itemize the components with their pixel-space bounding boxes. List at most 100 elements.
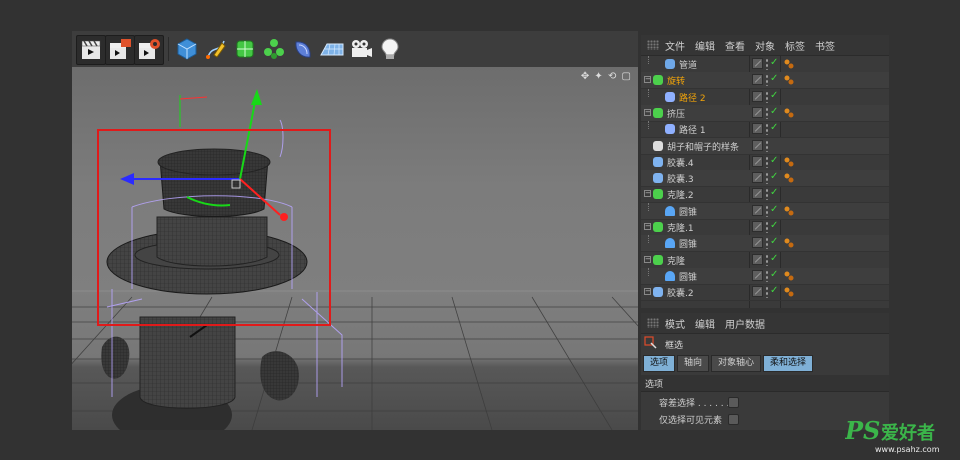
layer-toggle-icon[interactable] xyxy=(752,269,763,281)
phong-tag-icon[interactable] xyxy=(783,107,795,119)
visibility-dots-icon[interactable] xyxy=(765,269,769,282)
object-row[interactable]: 胡子和帽子的样条 xyxy=(641,137,889,155)
menu-file[interactable]: 文件 xyxy=(665,38,685,53)
phong-tag-icon[interactable] xyxy=(783,156,795,168)
collapse-toggle-icon[interactable]: − xyxy=(644,223,651,230)
object-row[interactable]: − 旋转 ✓ xyxy=(641,72,889,90)
layer-toggle-icon[interactable] xyxy=(752,237,763,249)
panel-grip-icon[interactable] xyxy=(647,318,659,328)
phong-tag-icon[interactable] xyxy=(783,270,795,282)
menu-tags[interactable]: 标签 xyxy=(785,38,805,53)
enabled-check-icon[interactable]: ✓ xyxy=(770,285,778,296)
object-row[interactable]: − 胶囊.2 ✓ xyxy=(641,284,889,302)
object-row[interactable]: 路径 2 ✓ xyxy=(641,88,889,106)
object-row[interactable]: 路径 1 ✓ xyxy=(641,121,889,139)
render-view-button[interactable] xyxy=(76,35,106,65)
layer-toggle-icon[interactable] xyxy=(752,172,763,184)
layer-toggle-icon[interactable] xyxy=(752,253,763,265)
visibility-dots-icon[interactable] xyxy=(765,188,769,201)
menu-edit[interactable]: 编辑 xyxy=(695,316,715,331)
render-to-picture-viewer-button[interactable] xyxy=(105,35,135,65)
enabled-check-icon[interactable]: ✓ xyxy=(770,220,778,231)
enabled-check-icon[interactable]: ✓ xyxy=(770,187,778,198)
layer-toggle-icon[interactable] xyxy=(752,106,763,118)
object-name[interactable]: 胡子和帽子的样条 xyxy=(667,140,739,153)
layer-toggle-icon[interactable] xyxy=(752,286,763,298)
object-name[interactable]: 挤压 xyxy=(667,107,685,120)
enabled-check-icon[interactable]: ✓ xyxy=(770,57,778,68)
visibility-dots-icon[interactable] xyxy=(765,139,769,152)
enabled-check-icon[interactable]: ✓ xyxy=(770,155,778,166)
enabled-check-icon[interactable]: ✓ xyxy=(770,90,778,101)
collapse-toggle-icon[interactable]: − xyxy=(644,288,651,296)
phong-tag-icon[interactable] xyxy=(783,237,795,249)
tolerant-select-checkbox[interactable] xyxy=(728,397,739,408)
object-name[interactable]: 圆锥 xyxy=(679,237,697,250)
object-name[interactable]: 克隆.2 xyxy=(667,188,694,201)
object-row[interactable]: 胶囊.3 ✓ xyxy=(641,170,889,188)
object-row[interactable]: − 克隆.1 ✓ xyxy=(641,219,889,236)
visibility-dots-icon[interactable] xyxy=(765,106,769,119)
menu-objects[interactable]: 对象 xyxy=(755,38,775,53)
floor-button[interactable] xyxy=(318,35,346,63)
object-name[interactable]: 圆锥 xyxy=(679,270,697,283)
layer-toggle-icon[interactable] xyxy=(752,204,763,216)
panel-grip-icon[interactable] xyxy=(647,40,659,50)
enabled-check-icon[interactable]: ✓ xyxy=(770,236,778,247)
collapse-toggle-icon[interactable]: − xyxy=(644,108,651,116)
pen-button[interactable] xyxy=(202,35,230,63)
render-settings-button[interactable] xyxy=(134,35,164,65)
visibility-dots-icon[interactable] xyxy=(765,90,769,103)
enabled-check-icon[interactable]: ✓ xyxy=(770,171,778,182)
object-name[interactable]: 克隆 xyxy=(667,254,685,267)
phong-tag-icon[interactable] xyxy=(783,172,795,184)
object-name[interactable]: 管道 xyxy=(679,58,697,71)
layer-toggle-icon[interactable] xyxy=(752,139,763,151)
3d-viewport[interactable]: ✥ ✦ ⟲ ▢ xyxy=(72,67,638,430)
cloner-button[interactable] xyxy=(260,35,288,63)
visible-only-checkbox[interactable] xyxy=(728,414,739,425)
object-row[interactable]: 圆锥 ✓ xyxy=(641,235,889,253)
collapse-toggle-icon[interactable]: − xyxy=(644,76,651,84)
enabled-check-icon[interactable]: ✓ xyxy=(770,204,778,215)
object-row[interactable]: − 克隆 ✓ xyxy=(641,252,889,269)
menu-bookmarks[interactable]: 书签 xyxy=(815,38,835,53)
phong-tag-icon[interactable] xyxy=(783,58,795,70)
light-button[interactable] xyxy=(376,35,404,63)
enabled-check-icon[interactable]: ✓ xyxy=(770,253,778,264)
menu-view[interactable]: 查看 xyxy=(725,38,745,53)
visibility-dots-icon[interactable] xyxy=(765,253,769,266)
object-name[interactable]: 胶囊.2 xyxy=(667,286,694,299)
enabled-check-icon[interactable]: ✓ xyxy=(770,122,778,133)
layer-toggle-icon[interactable] xyxy=(752,155,763,167)
layer-toggle-icon[interactable] xyxy=(752,90,763,102)
enabled-check-icon[interactable]: ✓ xyxy=(770,106,778,117)
object-name[interactable]: 胶囊.3 xyxy=(667,172,694,185)
object-row[interactable]: 管道 ✓ xyxy=(641,56,889,73)
phong-tag-icon[interactable] xyxy=(783,74,795,86)
phong-tag-icon[interactable] xyxy=(783,205,795,217)
object-row[interactable]: 圆锥 ✓ xyxy=(641,267,889,285)
viewport-nav-controls[interactable]: ✥ ✦ ⟲ ▢ xyxy=(581,71,632,82)
collapse-toggle-icon[interactable]: − xyxy=(644,190,651,198)
object-row[interactable]: 胶囊.4 ✓ xyxy=(641,154,889,171)
visibility-dots-icon[interactable] xyxy=(765,204,769,217)
visibility-dots-icon[interactable] xyxy=(765,74,769,87)
visibility-dots-icon[interactable] xyxy=(765,172,769,185)
visibility-dots-icon[interactable] xyxy=(765,123,769,136)
menu-edit[interactable]: 编辑 xyxy=(695,38,715,53)
object-row[interactable]: − 挤压 ✓ xyxy=(641,104,889,122)
object-name[interactable]: 旋转 xyxy=(667,74,685,87)
object-name[interactable]: 圆锥 xyxy=(679,205,697,218)
layer-toggle-icon[interactable] xyxy=(752,123,763,135)
layer-toggle-icon[interactable] xyxy=(752,58,763,69)
object-name[interactable]: 克隆.1 xyxy=(667,221,694,234)
enabled-check-icon[interactable]: ✓ xyxy=(770,269,778,280)
visibility-dots-icon[interactable] xyxy=(765,58,769,70)
phong-tag-icon[interactable] xyxy=(783,286,795,298)
tab-soft-selection[interactable]: 柔和选择 xyxy=(763,355,814,372)
collapse-toggle-icon[interactable]: − xyxy=(644,255,651,263)
menu-mode[interactable]: 模式 xyxy=(665,316,685,331)
object-name[interactable]: 胶囊.4 xyxy=(667,156,694,169)
visibility-dots-icon[interactable] xyxy=(765,286,769,299)
